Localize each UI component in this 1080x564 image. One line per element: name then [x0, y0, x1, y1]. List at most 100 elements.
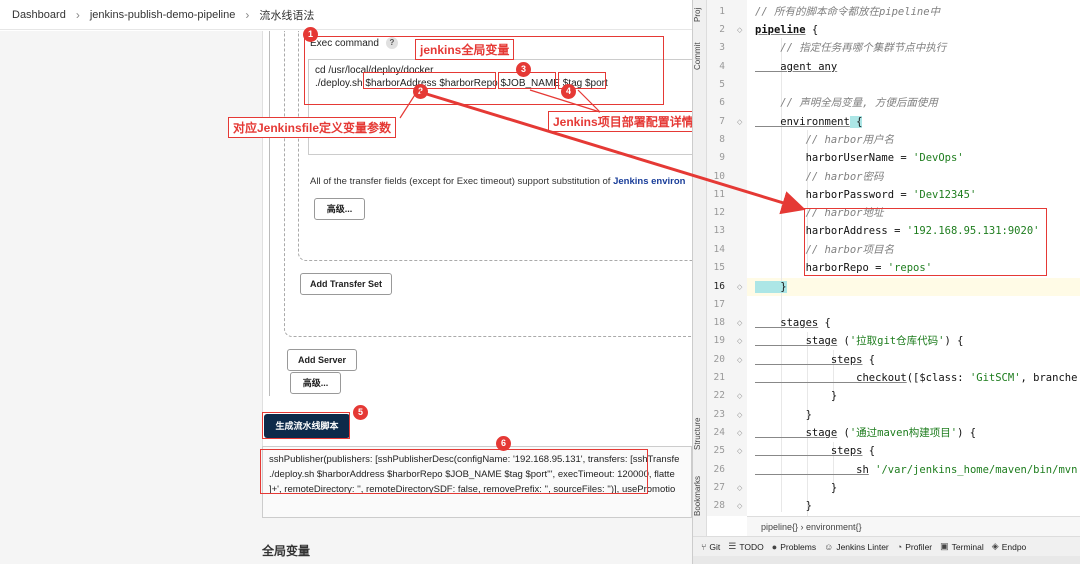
string: 'Dev12345': [913, 189, 977, 201]
fold-marker-icon[interactable]: ◇: [737, 283, 742, 291]
annotation-box-output: [260, 449, 648, 494]
tool-todo-button[interactable]: ☰ TODO: [728, 541, 763, 552]
fold-marker-icon[interactable]: ◇: [737, 118, 742, 126]
tool-git-button[interactable]: ⑂ Git: [701, 542, 720, 552]
keyword: steps: [755, 354, 863, 366]
fold-marker-icon[interactable]: ◇: [737, 484, 742, 492]
breadcrumb-pipeline[interactable]: jenkins-publish-demo-pipeline: [90, 9, 236, 21]
section-divider: [269, 31, 270, 396]
annotation-box-harbor-env: [804, 208, 1047, 276]
keyword: steps: [755, 445, 863, 457]
fold-marker-icon[interactable]: ◇: [737, 392, 742, 400]
punct: {: [805, 24, 819, 36]
punct: {: [862, 354, 876, 366]
advanced-button[interactable]: 高级...: [314, 198, 365, 220]
fold-marker-icon[interactable]: ◇: [737, 429, 742, 437]
identifier: harborPassword =: [755, 189, 914, 201]
code-line-28: }: [755, 497, 812, 515]
tool-window-bar: ⑂ Git ☰ TODO ● Problems ☺ Jenkins Linter ◔ Profil…: [693, 536, 1080, 556]
git-icon: ⑂: [701, 541, 707, 552]
line-number: 19: [713, 335, 725, 346]
profiler-icon: ◔: [896, 541, 903, 552]
line-number: 11: [713, 189, 725, 200]
punct: }: [755, 409, 812, 421]
structure-tab[interactable]: Structure: [693, 412, 707, 456]
tool-profiler-button[interactable]: ◔ Profiler: [897, 542, 932, 552]
fold-marker-icon[interactable]: ◇: [737, 447, 742, 455]
code-line-10: // harbor密码: [755, 168, 884, 186]
line-number: 25: [713, 445, 725, 456]
keyword: stage: [755, 335, 838, 347]
line-number: 20: [713, 354, 725, 365]
code-line-1: // 所有的脚本命令都放在pipeline中: [755, 3, 940, 21]
terminal-icon: ▣: [940, 541, 949, 551]
current-line-highlight: [747, 278, 1080, 296]
keyword: stage: [755, 427, 838, 439]
comment: // 声明全局变量, 方便后面使用: [755, 97, 938, 109]
code-line-8: // harbor用户名: [755, 131, 894, 149]
tool-label: TODO: [739, 541, 764, 552]
comment: // harbor用户名: [755, 134, 894, 146]
tool-label: Jenkins Linter: [836, 541, 889, 552]
line-number: 24: [713, 427, 725, 438]
line-number: 7: [719, 116, 725, 127]
keyword: checkout: [755, 372, 907, 384]
comment: // harbor密码: [755, 171, 884, 183]
string: 'DevOps': [913, 152, 964, 164]
line-number: 9: [719, 152, 725, 163]
fold-marker-icon[interactable]: ◇: [737, 26, 742, 34]
comment: // 所有的脚本命令都放在pipeline中: [755, 6, 941, 18]
fold-marker-icon[interactable]: ◇: [737, 356, 742, 364]
tool-endpo-button[interactable]: ◈ Endpo: [992, 541, 1027, 552]
punct: ) {: [957, 427, 977, 439]
string: 'GitSCM': [969, 372, 1021, 384]
annotation-box-harbor-vars: [363, 72, 496, 89]
breadcrumb: Dashboard › jenkins-publish-demo-pipelin…: [0, 0, 692, 30]
tool-terminal-button[interactable]: ▣ Terminal: [940, 541, 984, 552]
string: '通过maven构建项目': [849, 427, 958, 439]
annotation-number: 5: [353, 405, 368, 420]
code-line-19: stage ('拉取git仓库代码') {: [755, 332, 964, 350]
annotation-jenkinsfile-vars: 对应Jenkinsfile定义变量参数: [228, 117, 397, 138]
tool-jenkins-linter-button[interactable]: ☺ Jenkins Linter: [824, 542, 889, 552]
keyword: sh: [755, 464, 869, 476]
add-server-button[interactable]: Add Server: [287, 349, 357, 371]
jenkins-linter-icon: ☺: [824, 541, 834, 552]
line-number: 26: [713, 464, 725, 475]
advanced-button[interactable]: 高级...: [290, 372, 341, 394]
fold-marker-icon[interactable]: ◇: [737, 337, 742, 345]
punct: {: [849, 116, 863, 128]
tool-label: Problems: [780, 541, 817, 552]
line-number: 22: [713, 390, 725, 401]
line-gutter: [707, 0, 747, 516]
breadcrumb-pipeline-syntax[interactable]: 流水线语法: [259, 7, 314, 23]
line-number: 15: [713, 262, 725, 273]
add-transfer-set-button[interactable]: Add Transfer Set: [300, 273, 392, 295]
punct: {: [862, 445, 876, 457]
keyword: agent any: [755, 61, 838, 73]
code-line-7: environment {: [755, 113, 863, 131]
punct: }: [755, 281, 787, 293]
code-line-20: steps {: [755, 351, 875, 369]
breadcrumb-dashboard[interactable]: Dashboard: [12, 9, 66, 21]
project-tab[interactable]: Proj: [693, 2, 707, 28]
annotation-number: 1: [303, 27, 318, 42]
code-line-26: sh '/var/jenkins_home/maven/bin/mvn: [755, 461, 1077, 479]
code-line-16: }: [755, 278, 787, 296]
transfer-note-text: All of the transfer fields (except for E…: [310, 176, 611, 187]
bookmarks-tab[interactable]: Bookmarks: [693, 472, 707, 520]
fold-marker-icon[interactable]: ◇: [737, 319, 742, 327]
line-number: 27: [713, 482, 725, 493]
line-number: 18: [713, 317, 725, 328]
fold-marker-icon[interactable]: ◇: [737, 502, 742, 510]
punct: ([$class:: [906, 372, 970, 384]
keyword: environment: [755, 116, 850, 128]
tool-label: Profiler: [905, 541, 933, 552]
fold-marker-icon[interactable]: ◇: [737, 411, 742, 419]
line-number: 28: [713, 500, 725, 511]
jenkins-env-link[interactable]: Jenkins environ: [613, 176, 685, 187]
editor-breadcrumb[interactable]: pipeline{} › environment{}: [747, 516, 1080, 536]
tool-problems-button[interactable]: ● Problems: [772, 542, 816, 552]
line-number: 2: [719, 24, 725, 35]
commit-tab[interactable]: Commit: [693, 40, 707, 72]
